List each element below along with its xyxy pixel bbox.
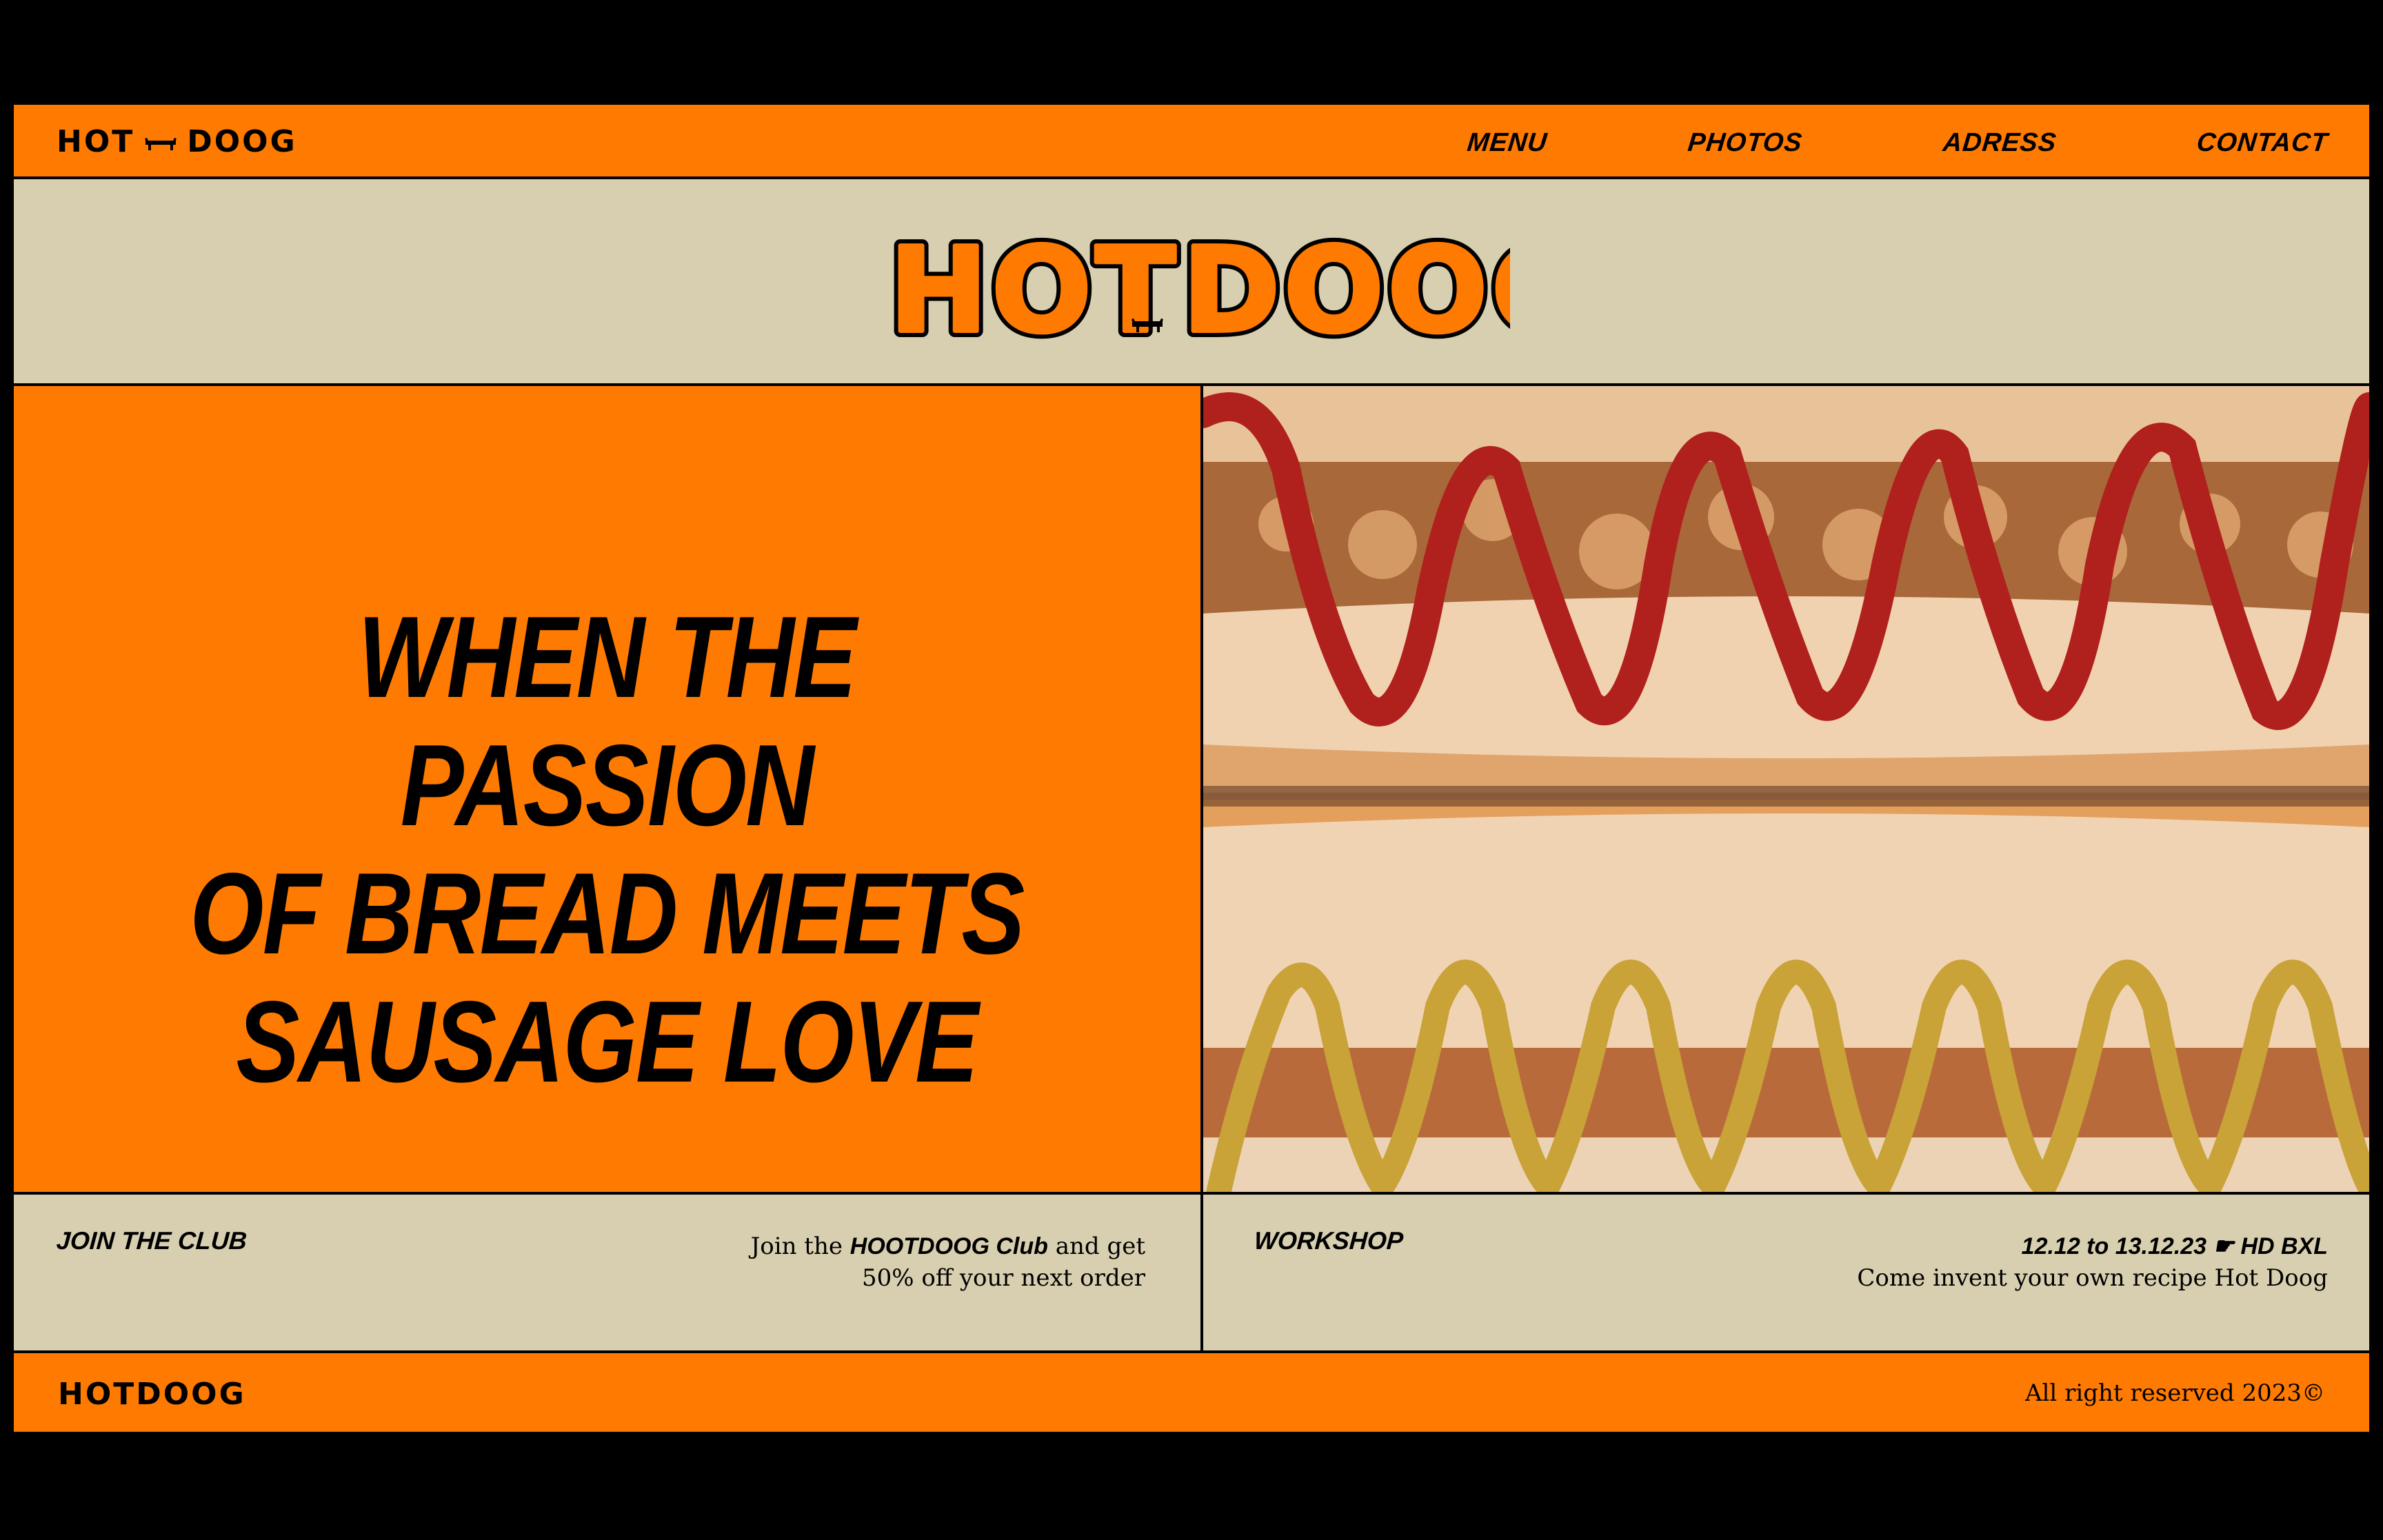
join-club-panel: JOIN THE CLUB Join the HOOTDOOG Club and… [14, 1195, 1203, 1353]
workshop-desc: Come invent your own recipe Hot Doog [1857, 1264, 2328, 1292]
logo-word-hot: HOT [57, 124, 135, 159]
top-navbar: HOT DOOG MENU PHOTOS ADRESS CONTACT [14, 105, 2369, 179]
big-logo: HOT HOT DOOG DOOG [889, 221, 1510, 345]
footer-copyright: All right reserved 2023© [2025, 1379, 2325, 1407]
footer: HOTDOOG All right reserved 2023© [14, 1353, 2369, 1432]
club-name: HOOTDOOG Club [849, 1233, 1048, 1259]
logo-word-doog: DOOG [187, 124, 297, 159]
footer-logo[interactable]: HOTDOOG [58, 1377, 246, 1412]
club-text-post: and get [1055, 1233, 1145, 1260]
hero-panel: WHEN THE PASSION OF BREAD MEETS SAUSAGE … [14, 386, 1203, 1195]
join-club-text: Join the HOOTDOOG Club and get 50% off y… [525, 1230, 1145, 1294]
page-frame: HOT DOOG MENU PHOTOS ADRESS CONTACT HOT H… [14, 105, 2369, 1432]
nav-contact[interactable]: CONTACT [2195, 125, 2329, 160]
nav-photos[interactable]: PHOTOS [1686, 125, 1804, 160]
brand-banner: HOT HOT DOOG DOOG [14, 179, 2369, 386]
main-nav: MENU PHOTOS ADRESS CONTACT [1327, 125, 2329, 160]
workshop-panel: WORKSHOP 12.12 to 13.12.23 ☛ HD BXL Come… [1203, 1195, 2369, 1353]
big-logo-doog: DOOG [1183, 223, 1510, 345]
nav-adress[interactable]: ADRESS [1941, 125, 2058, 160]
nav-menu[interactable]: MENU [1465, 125, 1549, 160]
join-club-title[interactable]: JOIN THE CLUB [56, 1226, 248, 1255]
header-logo[interactable]: HOT DOOG [57, 127, 297, 157]
hotdog-illustration [1203, 386, 2369, 1192]
club-offer: 50% off your next order [862, 1264, 1145, 1292]
hero-headline: WHEN THE PASSION OF BREAD MEETS SAUSAGE … [190, 592, 1025, 1106]
workshop-info: 12.12 to 13.12.23 ☛ HD BXL Come invent y… [1569, 1230, 2328, 1294]
workshop-title[interactable]: WORKSHOP [1254, 1226, 1405, 1255]
workshop-dates: 12.12 to 13.12.23 ☛ HD BXL [2021, 1233, 2328, 1259]
club-text-pre: Join the [750, 1233, 843, 1260]
dog-icon [143, 128, 179, 159]
hotdog-photo [1203, 386, 2369, 1195]
